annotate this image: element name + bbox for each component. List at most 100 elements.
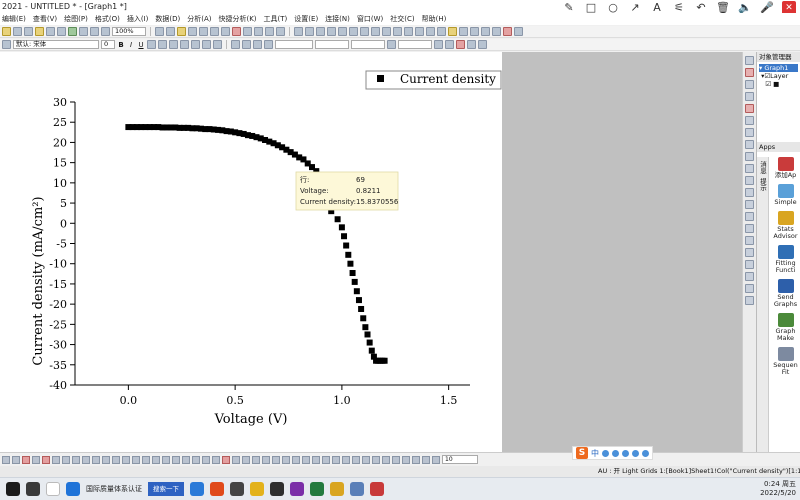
taskbar-clock[interactable]: 0:24 周五 2022/5/20 (760, 480, 796, 498)
font-select[interactable]: 默认: 宋体 (13, 40, 99, 49)
freehand-icon[interactable] (745, 260, 754, 269)
taskbar-app-label[interactable]: 国际质量体系认证 (86, 484, 142, 494)
options-icon[interactable] (478, 40, 487, 49)
style-26-icon[interactable] (252, 455, 260, 464)
decrease-font-icon[interactable] (191, 40, 200, 49)
style-36-icon[interactable] (352, 455, 360, 464)
menu-settings[interactable]: 设置(E) (294, 14, 318, 24)
line-width-select[interactable] (315, 40, 349, 49)
menu-insert[interactable]: 插入(I) (127, 14, 149, 24)
rescale-icon[interactable] (166, 27, 175, 36)
region-icon[interactable] (745, 128, 754, 137)
front-icon[interactable] (349, 27, 358, 36)
style-10-icon[interactable] (92, 455, 100, 464)
command-window-icon[interactable] (199, 27, 208, 36)
style-14-icon[interactable] (132, 455, 140, 464)
app-add[interactable]: 添加Ap (771, 157, 800, 179)
style-44-icon[interactable] (432, 455, 440, 464)
line-color-icon[interactable] (231, 40, 240, 49)
highlight-icon[interactable] (456, 40, 465, 49)
style-1-icon[interactable] (2, 455, 10, 464)
new-workbook-icon[interactable] (13, 27, 22, 36)
tree-node-layer[interactable]: ▾☑Layer (759, 72, 798, 80)
superscript-icon[interactable] (147, 40, 156, 49)
text-icon[interactable] (745, 164, 754, 173)
side-tab-tips[interactable]: 提示 (758, 178, 768, 191)
group-icon[interactable] (327, 27, 336, 36)
zoom-icon[interactable] (745, 68, 754, 77)
menu-analysis[interactable]: 分析(A) (187, 14, 211, 24)
x-axis-icon[interactable] (371, 27, 380, 36)
subscript-icon[interactable] (158, 40, 167, 49)
more-icon[interactable] (514, 27, 523, 36)
edge-icon[interactable] (66, 482, 80, 496)
increase-font-icon[interactable] (180, 40, 189, 49)
line-draw-icon[interactable] (745, 176, 754, 185)
style-11-icon[interactable] (102, 455, 110, 464)
style-38-icon[interactable] (372, 455, 380, 464)
tick-icon[interactable] (437, 27, 446, 36)
data-reader-icon[interactable] (745, 104, 754, 113)
new-graph-icon[interactable] (24, 27, 33, 36)
app-send-graphs[interactable]: Send Graphs (771, 279, 800, 308)
symbol-type-icon[interactable] (387, 40, 396, 49)
menu-social[interactable]: 社交(C) (390, 14, 414, 24)
style-27-icon[interactable] (262, 455, 270, 464)
bold-button[interactable]: B (117, 41, 125, 49)
style-21-icon[interactable] (202, 455, 210, 464)
app-stats-advisor[interactable]: Stats Advisor (771, 211, 800, 240)
screen-reader-icon[interactable] (745, 116, 754, 125)
region-draw-icon[interactable] (745, 248, 754, 257)
style-24-icon[interactable] (232, 455, 240, 464)
app-simple-fit[interactable]: Simple (771, 184, 800, 206)
style-17-icon[interactable] (162, 455, 170, 464)
style-20-icon[interactable] (192, 455, 200, 464)
equation-icon[interactable] (745, 296, 754, 305)
style-28-icon[interactable] (272, 455, 280, 464)
curve-icon[interactable] (745, 200, 754, 209)
arrow-draw-icon[interactable] (745, 188, 754, 197)
circle-draw-icon[interactable] (745, 224, 754, 233)
ungroup-icon[interactable] (338, 27, 347, 36)
menu-help[interactable]: 帮助(H) (422, 14, 447, 24)
ime-language[interactable]: 中 (591, 448, 599, 459)
alignment-icon[interactable] (213, 40, 222, 49)
menu-format[interactable]: 格式(O) (95, 14, 120, 24)
app-fitting-functions[interactable]: Fitting Functi (771, 245, 800, 274)
ime-tools-icon[interactable] (642, 449, 649, 457)
iv-curve-chart[interactable]: 0.0 0.5 1.0 1.5 -40 -35 -30 -25 -20 -15 -10 -5 0 5 10 1… (0, 52, 502, 452)
photos-icon[interactable] (350, 482, 364, 496)
graph-page[interactable]: 0.0 0.5 1.0 1.5 -40 -35 -30 -25 -20 -15 -10 -5 0 5 10 1… (0, 52, 502, 452)
style-5-icon[interactable] (42, 455, 50, 464)
style-13-icon[interactable] (122, 455, 130, 464)
fill-icon[interactable] (470, 27, 479, 36)
recorder-icon[interactable] (370, 482, 384, 496)
menu-edit[interactable]: 编辑(E) (2, 14, 26, 24)
font-size-select[interactable]: 0 (101, 40, 115, 49)
color-icon[interactable] (503, 27, 512, 36)
tree-node-plot[interactable]: ☑ ■ (759, 80, 798, 88)
style-16-icon[interactable] (152, 455, 160, 464)
project-explorer-icon[interactable] (177, 27, 186, 36)
style-31-icon[interactable] (302, 455, 310, 464)
m-icon[interactable] (467, 40, 476, 49)
merge-graph-icon[interactable] (243, 27, 252, 36)
symbol-size-select[interactable] (351, 40, 385, 49)
save-icon[interactable] (46, 27, 55, 36)
menu-data[interactable]: 数据(D) (155, 14, 180, 24)
style-15-icon[interactable] (142, 455, 150, 464)
y-axis-icon[interactable] (382, 27, 391, 36)
start-icon[interactable] (6, 482, 20, 496)
style-4-icon[interactable] (32, 455, 40, 464)
excel-icon[interactable] (310, 482, 324, 496)
paste-icon[interactable] (101, 27, 110, 36)
back-icon[interactable] (360, 27, 369, 36)
insert-graph-icon[interactable] (745, 284, 754, 293)
style-40-icon[interactable] (392, 455, 400, 464)
style-2-icon[interactable] (12, 455, 20, 464)
print-icon[interactable] (79, 27, 88, 36)
copy-icon[interactable] (90, 27, 99, 36)
style-42-icon[interactable] (412, 455, 420, 464)
style-9-icon[interactable] (82, 455, 90, 464)
style-33-icon[interactable] (322, 455, 330, 464)
